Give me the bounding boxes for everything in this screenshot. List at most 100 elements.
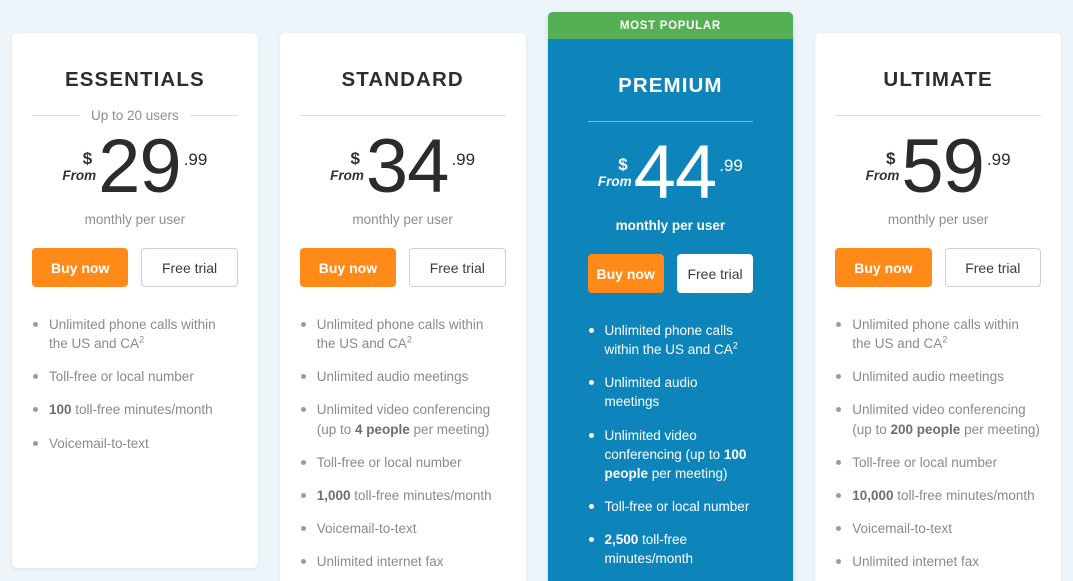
feature-item: Unlimited audio meetings [300,367,506,386]
plan-users-label: Up to 20 users [90,107,179,123]
price-prefix: $ From [598,156,632,191]
price-from-label: From [865,167,900,183]
feature-text-before: Unlimited video conferencing (up to [604,427,724,462]
currency-symbol: $ [350,148,360,168]
feature-item: Unlimited video conferencing (up to 4 pe… [300,400,506,438]
feature-item: Toll-free or local number [32,367,238,386]
plan-card-body: ULTIMATE $ From 59.99 monthly per user Buy no… [835,51,1041,581]
feature-text-after: toll-free minutes/month [893,487,1035,503]
feature-list: Unlimited phone calls within the US and … [588,321,754,581]
plan-card-ultimate: ULTIMATE $ From 59.99 monthly per user Buy no… [815,33,1061,581]
feature-text-before: Unlimited internet fax [852,554,980,570]
feature-text-before: Toll-free or local number [316,454,462,470]
feature-highlight: 100 [49,402,72,418]
price-cents: .99 [719,156,743,175]
feature-item: 10,000 toll-free minutes/month [835,486,1041,505]
price-period-label: monthly per user [887,212,989,227]
price-from-label: From [330,167,364,183]
feature-item: 1,000 toll-free minutes/month [300,486,506,505]
currency-symbol: $ [885,148,896,168]
plan-card-standard: STANDARD $ From 34.99 monthly per user Buy no… [279,33,526,581]
plan-card-body: PREMIUM $ From 44.99 monthly per user Buy now… [568,39,774,581]
divider-rule-right [189,114,238,116]
plan-actions: Buy now Free trial [299,248,506,287]
feature-footnote-marker: 2 [942,334,948,345]
price-prefix: $ From [330,150,364,185]
feature-text-after: per meeting) [960,421,1040,437]
plan-actions: Buy now Free trial [835,248,1041,287]
feature-text-after: per meeting) [409,421,490,437]
price-period-label: monthly per user [352,212,453,227]
plan-title: ESSENTIALS [65,68,205,91]
feature-highlight: 10,000 [852,487,894,503]
price-from-label: From [597,173,632,189]
feature-list: Unlimited phone calls within the US and … [300,315,506,581]
feature-text-before: Unlimited phone calls within the US and … [852,317,1019,352]
plan-actions: Buy now Free trial [587,254,754,293]
feature-text-before: Unlimited internet fax [316,554,444,570]
price-prefix: $ From [866,150,900,185]
feature-text-before: Unlimited phone calls within the US and … [316,317,484,352]
feature-item: Unlimited video conferencing (up to 100 … [588,426,754,483]
divider-rule-right [938,114,1041,116]
buy-now-button[interactable]: Buy now [32,248,129,287]
feature-item: Toll-free or local number [300,453,506,472]
feature-text-before: Toll-free or local number [604,499,750,515]
plan-divider [299,107,506,123]
free-trial-button[interactable]: Free trial [141,248,238,287]
feature-text-before: Voicemail-to-text [316,521,417,537]
plan-title: STANDARD [341,68,464,91]
free-trial-button[interactable]: Free trial [409,248,506,287]
feature-text-before: Toll-free or local number [49,369,194,385]
price-amount: 29 [98,124,182,210]
plan-price: $ From 44.99 [588,135,754,211]
price-amount: 59 [901,124,985,210]
feature-text-before: Unlimited audio meetings [852,369,1004,385]
divider-rule-left [835,114,939,116]
feature-item: 100 toll-free minutes/month [32,400,238,419]
plan-divider [835,107,1041,123]
feature-text-after: toll-free minutes/month [71,402,213,418]
feature-text-after: toll-free minutes/month [350,487,492,503]
free-trial-button[interactable]: Free trial [676,254,754,293]
feature-list: Unlimited phone calls within the US and … [835,315,1041,581]
feature-item: Unlimited phone calls within the US and … [588,321,754,359]
buy-now-button[interactable]: Buy now [299,248,397,287]
feature-text-before: Unlimited audio meetings [604,375,698,410]
feature-footnote-marker: 2 [406,334,412,345]
feature-footnote-marker: 2 [139,334,145,345]
feature-list: Unlimited phone calls within the US and … [32,315,238,467]
price-cents: .99 [986,150,1011,169]
feature-item: Unlimited internet fax [835,552,1041,571]
feature-highlight: 1,000 [316,487,351,503]
feature-item: Voicemail-to-text [32,434,238,453]
buy-now-button[interactable]: Buy now [587,254,664,293]
price-amount: 34 [365,124,450,210]
free-trial-button[interactable]: Free trial [944,248,1041,287]
feature-item: Voicemail-to-text [300,519,506,538]
plan-divider: Up to 20 users [32,107,238,123]
plan-price: $ From 34.99 [300,124,506,210]
divider-rule-left [587,120,671,122]
feature-highlight: 4 people [355,421,410,437]
plan-divider [587,113,754,129]
feature-item: Unlimited audio meetings [588,373,754,411]
price-cents: .99 [183,150,208,169]
feature-item: Unlimited video conferencing (up to 200 … [835,400,1041,438]
buy-now-button[interactable]: Buy now [835,248,932,287]
most-popular-banner: MOST POPULAR [547,12,794,39]
plan-title: PREMIUM [618,74,723,97]
feature-item: Voicemail-to-text [835,519,1041,538]
feature-highlight: 2,500 [604,532,639,548]
divider-rule-right [402,114,506,116]
plan-card-essentials: ESSENTIALS Up to 20 users $ From 29.99 monthl… [12,33,258,568]
feature-text-before: Toll-free or local number [852,454,998,470]
currency-symbol: $ [618,154,628,174]
feature-text-before: Voicemail-to-text [49,435,149,451]
feature-item: Unlimited phone calls within the US and … [835,315,1041,353]
feature-highlight: 200 people [890,421,961,437]
feature-item: Unlimited phone calls within the US and … [300,315,506,353]
currency-symbol: $ [82,148,93,168]
price-prefix: $ From [62,150,96,185]
feature-item: Unlimited phone calls within the US and … [32,315,238,353]
